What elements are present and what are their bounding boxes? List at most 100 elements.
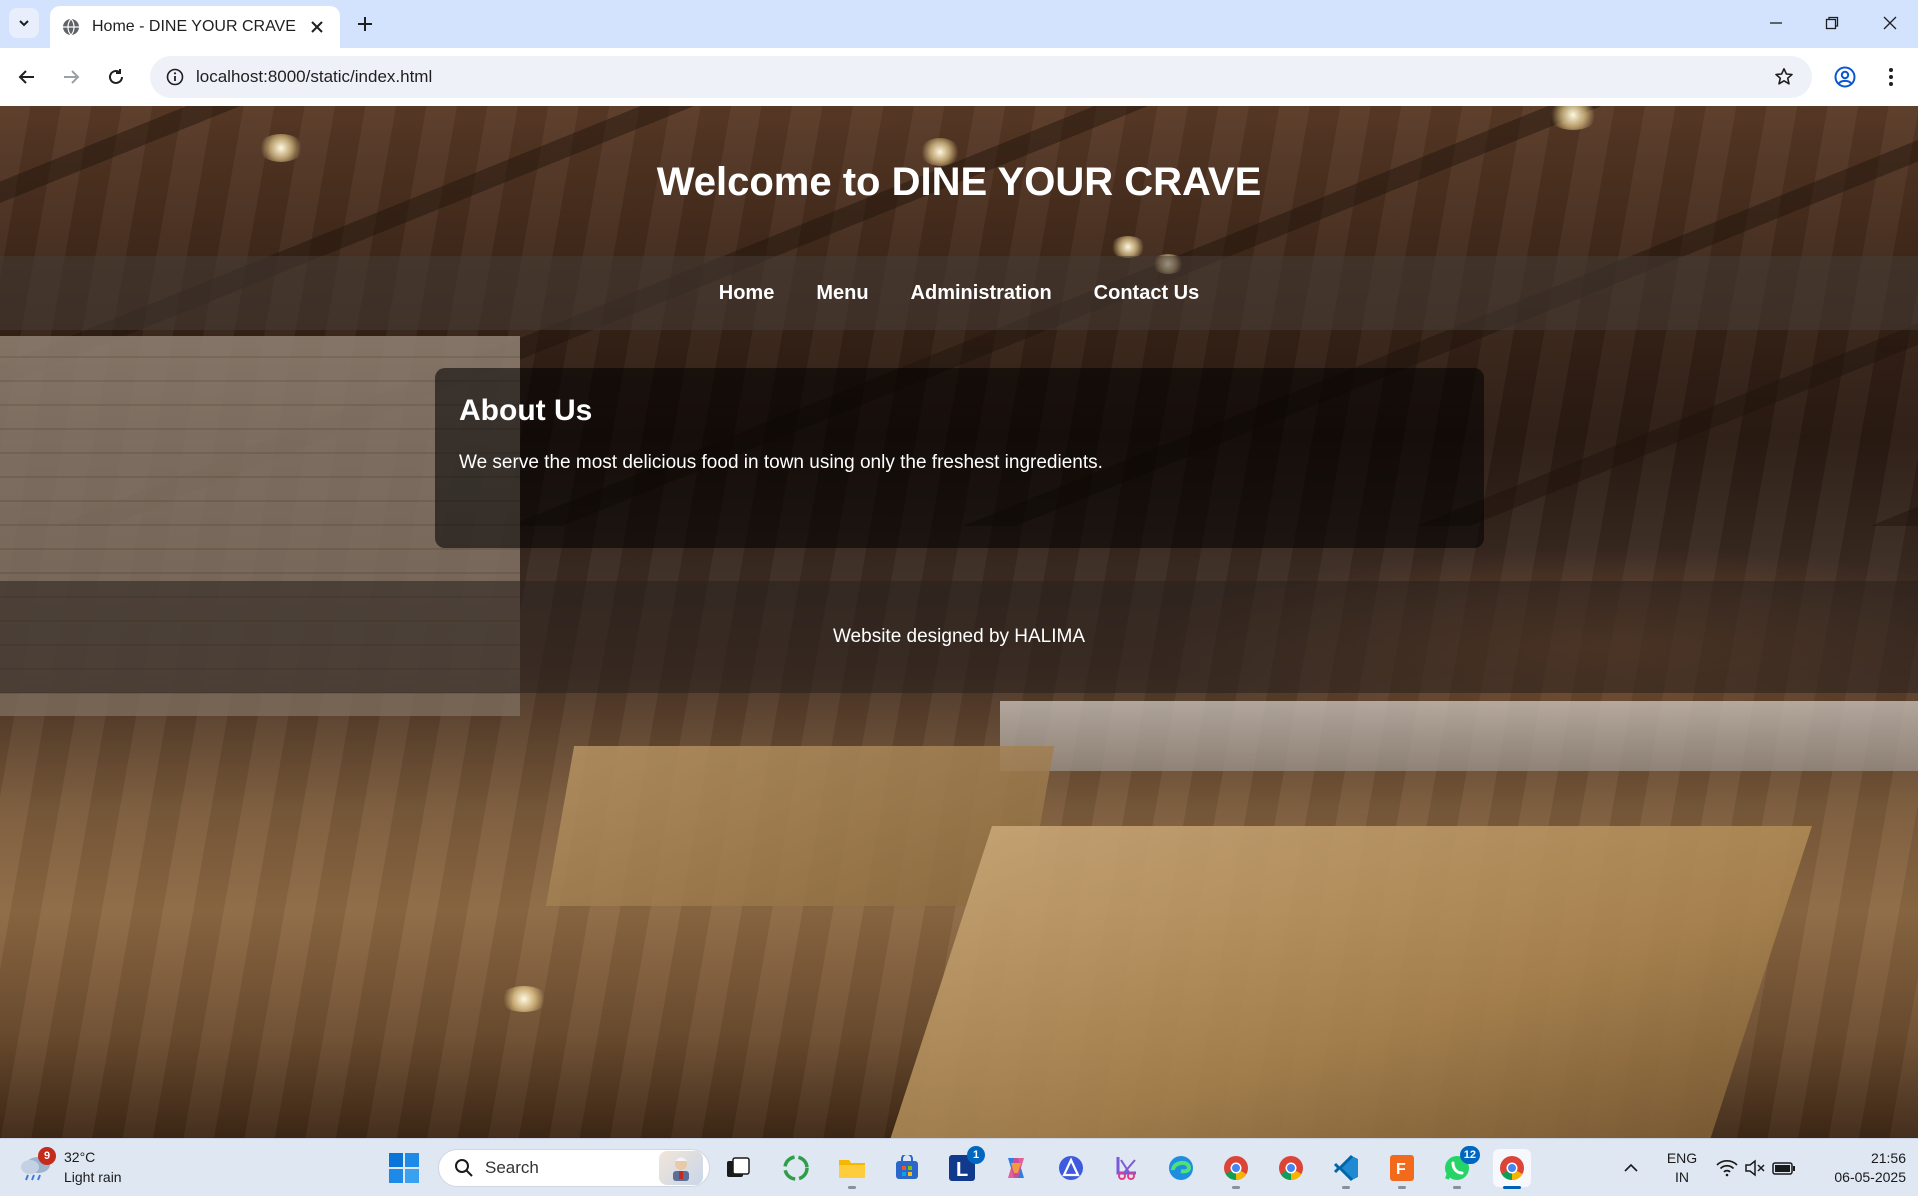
taskbar-app-snipping-tool[interactable] [1108,1149,1146,1187]
taskbar-app-edge[interactable] [1162,1149,1200,1187]
running-indicator [1398,1186,1406,1189]
weather-temperature: 32°C [64,1149,96,1165]
running-indicator [1342,1186,1350,1189]
taskbar-app-chrome-active[interactable] [1493,1149,1531,1189]
more-vert-icon [1889,68,1893,86]
language-code: ENG [1666,1150,1698,1166]
nav-link-contact-us[interactable]: Contact Us [1094,282,1200,305]
browser-tab-active[interactable]: Home - DINE YOUR CRAVE [50,6,340,48]
taskbar-app-vscode[interactable] [1327,1149,1365,1189]
arrow-right-icon [64,70,80,84]
taskbar-app-chrome[interactable] [1217,1149,1255,1189]
file-explorer-icon [839,1160,865,1178]
site-nav: Home Menu Administration Contact Us [0,256,1918,330]
about-text: We serve the most delicious food in town… [459,452,1103,473]
taskbar-app-file-explorer[interactable] [833,1149,871,1189]
search-highlight-icon [659,1151,703,1185]
site-footer: Website designed by HALIMA [0,581,1918,693]
edge-icon [1169,1156,1193,1180]
globe-icon [63,18,79,36]
task-view-icon [727,1157,750,1177]
running-indicator [848,1186,856,1189]
taskbar-app-copilot[interactable] [997,1149,1035,1187]
input-language-indicator[interactable]: ENG IN [1660,1149,1704,1187]
restore-icon [1825,16,1839,30]
quick-settings-button[interactable] [1716,1153,1796,1183]
chrome-profile-icon [1279,1156,1303,1180]
copilot-icon [1008,1158,1024,1178]
background-counter [1000,701,1918,771]
notification-badge: 1 [967,1146,985,1164]
taskbar-app-chrome-profile[interactable] [1272,1149,1310,1187]
weather-condition: Light rain [64,1169,122,1185]
vscode-icon [1333,1154,1358,1182]
bookmark-button[interactable] [1764,57,1804,97]
wifi-icon [1716,1159,1738,1177]
svg-text:L: L [956,1159,968,1181]
weather-alert-badge: 9 [38,1147,56,1165]
address-bar[interactable]: localhost:8000/static/index.html [150,56,1812,98]
microsoft-store-icon [896,1155,918,1179]
start-button[interactable] [388,1152,420,1184]
new-tab-button[interactable] [350,9,380,39]
clock-time: 21:56 [1870,1150,1906,1166]
nav-link-administration[interactable]: Administration [911,282,1052,305]
about-section: About Us We serve the most delicious foo… [435,368,1484,548]
running-indicator [1232,1186,1240,1189]
battery-icon [1772,1162,1795,1175]
reload-button[interactable] [99,60,133,94]
nav-link-home[interactable]: Home [719,282,775,305]
menu-button[interactable] [1874,60,1908,94]
web-page: Welcome to DINE YOUR CRAVE Home Menu Adm… [0,106,1918,1138]
clock[interactable]: 21:56 06-05-2025 [1810,1149,1906,1187]
taskbar-app-fxs[interactable]: F [1383,1149,1421,1189]
show-hidden-icons-button[interactable] [1618,1155,1644,1181]
copilot-ring-icon [783,1155,809,1181]
taskbar-search[interactable]: Search [438,1149,710,1187]
active-indicator [1503,1186,1521,1189]
windows-logo-icon [389,1153,419,1183]
close-icon [311,21,323,33]
weather-widget[interactable]: 9 32°C Light rain [18,1145,138,1191]
taskbar-app-whatsapp[interactable]: 12 [1438,1146,1480,1189]
footer-credit: Website designed by HALIMA [832,626,1086,647]
search-placeholder: Search [485,1158,539,1177]
taskbar-app-store[interactable] [888,1149,926,1187]
search-icon [453,1157,475,1179]
forward-button[interactable] [54,60,88,94]
back-button[interactable] [10,60,44,94]
taskbar-app-delta[interactable] [1052,1149,1090,1187]
plus-icon [358,17,372,31]
chevron-up-icon [1624,1163,1638,1172]
snipping-tool-icon [1116,1157,1136,1180]
fxs-app-icon: F [1390,1155,1414,1181]
notification-badge: 12 [1459,1146,1480,1164]
minimize-button[interactable] [1756,6,1796,40]
tab-search-button[interactable] [9,8,39,38]
reload-icon [109,69,123,84]
region-code: IN [1675,1169,1689,1185]
arrow-left-icon [18,70,34,84]
svg-text:F: F [1396,1161,1406,1178]
chevron-down-icon [19,20,29,27]
site-header: Welcome to DINE YOUR CRAVE [0,106,1918,256]
volume-muted-icon [1745,1159,1765,1177]
close-window-button[interactable] [1870,6,1910,40]
delta-app-icon [1059,1156,1083,1180]
chrome-icon [1224,1156,1248,1180]
star-icon [1775,68,1793,85]
about-heading: About Us [459,394,593,427]
tab-close-button[interactable] [306,16,328,38]
url-text[interactable]: localhost:8000/static/index.html [196,67,1764,87]
background-table-right [888,826,1812,1138]
taskbar-app-task-view[interactable] [719,1149,757,1187]
nav-link-menu[interactable]: Menu [816,282,868,305]
taskbar-app-l[interactable]: L 1 [943,1146,985,1187]
taskbar-app-copilot-ring[interactable] [777,1149,815,1187]
site-title: Welcome to DINE YOUR CRAVE [656,160,1262,204]
profile-button[interactable] [1828,60,1862,94]
chrome-active-icon [1500,1156,1524,1180]
restore-button[interactable] [1812,6,1852,40]
site-info-button[interactable] [154,56,196,98]
running-indicator [1453,1186,1461,1189]
